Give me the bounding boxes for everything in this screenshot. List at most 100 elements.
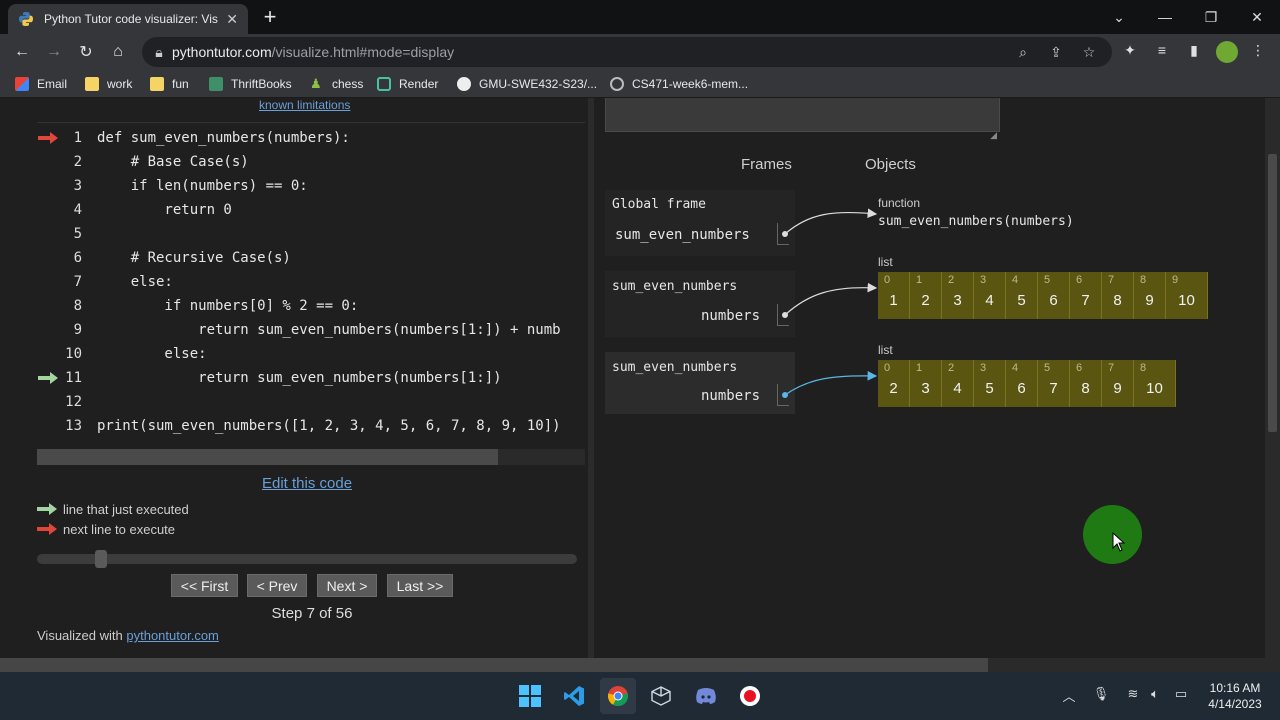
show-hidden-icons-icon[interactable]: ︿ [1060, 686, 1078, 704]
discord-logo-icon [696, 688, 716, 704]
code-text: # Base Case(s) [97, 154, 249, 170]
back-icon[interactable]: ← [10, 40, 34, 64]
discord-icon[interactable] [688, 678, 724, 714]
bookmark-gmu-swe432[interactable]: GMU-SWE432-S23/... [457, 75, 597, 93]
bookmark-chess[interactable]: ♟ chess [310, 75, 363, 93]
system-clock[interactable]: 10:16 AM 4/14/2023 [1200, 680, 1270, 712]
restore-icon[interactable]: ❐ [1188, 0, 1234, 34]
line-number: 2 [73, 154, 82, 170]
windows-logo-icon [519, 685, 541, 707]
first-button[interactable]: << First [171, 574, 238, 597]
bookmark-email[interactable]: Email [15, 75, 67, 93]
globe-icon [610, 77, 624, 91]
code-line[interactable]: 7 else: [0, 270, 585, 294]
code-line[interactable]: 13 print(sum_even_numbers([1, 2, 3, 4, 5,… [0, 414, 585, 438]
close-icon[interactable]: ✕ [226, 11, 238, 28]
code-text: print(sum_even_numbers([1, 2, 3, 4, 5, 6… [97, 418, 561, 434]
lock-icon[interactable]: 🔒︎ [150, 44, 168, 62]
bookmark-work[interactable]: work [85, 75, 132, 93]
scrollbar-thumb[interactable] [1268, 154, 1277, 432]
code-line[interactable]: 5 [0, 222, 585, 246]
minimize-icon[interactable]: — [1142, 0, 1188, 34]
start-windows-icon[interactable] [512, 678, 548, 714]
extensions-icon[interactable]: ✦ [1120, 42, 1140, 62]
line-number: 3 [73, 178, 82, 194]
code-line[interactable]: 12 [0, 390, 585, 414]
pythontutor-link[interactable]: pythontutor.com [126, 628, 219, 643]
virtualbox-icon[interactable] [643, 678, 679, 714]
edit-code-link[interactable]: Edit this code [262, 475, 352, 492]
obs-record-icon[interactable] [732, 678, 768, 714]
next-button[interactable]: Next > [317, 574, 377, 597]
code-line[interactable]: 4 return 0 [0, 198, 585, 222]
vscode-icon[interactable] [556, 678, 592, 714]
wifi-icon[interactable]: ≋ [1124, 686, 1142, 704]
next-line-arrow-icon [38, 132, 58, 144]
code-line[interactable]: 11 return sum_even_numbers(numbers[1:]) [0, 366, 585, 390]
code-line[interactable]: 8 if numbers[0] % 2 == 0: [0, 294, 585, 318]
chrome-icon[interactable] [600, 678, 636, 714]
page-content: known limitations 1 def sum_even_numbers(… [0, 98, 1280, 672]
code-line[interactable]: 10 else: [0, 342, 585, 366]
bookmark-fun[interactable]: fun [150, 75, 189, 93]
media-control-icon[interactable]: ≡ [1152, 42, 1172, 62]
code-line[interactable]: 2 # Base Case(s) [0, 150, 585, 174]
bookmark-cs471[interactable]: CS471-week6-mem... [610, 75, 748, 93]
profile-avatar[interactable] [1216, 41, 1238, 63]
volume-icon[interactable]: 🔈︎ [1146, 686, 1164, 704]
new-tab-icon[interactable]: + [258, 6, 282, 28]
bookmark-label: work [107, 77, 133, 91]
close-window-icon[interactable]: ✕ [1234, 0, 1280, 34]
page-horizontal-scrollbar[interactable] [0, 658, 1280, 672]
code-line[interactable]: 3 if len(numbers) == 0: [0, 174, 585, 198]
menu-icon[interactable]: ⋮ [1248, 42, 1268, 62]
reload-icon[interactable]: ↻ [74, 40, 98, 64]
bookmarks-bar: Email work fun ThriftBooks ♟ chess Rende… [0, 70, 1280, 98]
last-button[interactable]: Last >> [387, 574, 453, 597]
legend-executed-label: line that just executed [63, 501, 189, 517]
code-text: return sum_even_numbers(numbers[1:]) [97, 370, 502, 386]
legend-next-label: next line to execute [63, 521, 176, 537]
taskbar: ︿ 🎙︎ ≋ 🔈︎ ▭ 10:16 AM 4/14/2023 [0, 672, 1280, 720]
microphone-icon[interactable]: 🎙︎ [1092, 686, 1110, 704]
visualization-pane: ◢ Frames Objects Global frame sum_even_n… [594, 98, 1280, 658]
step-slider[interactable] [37, 550, 577, 568]
code-text: if len(numbers) == 0: [97, 178, 308, 194]
line-number: 6 [73, 250, 82, 266]
cursor-highlight [1083, 505, 1142, 564]
line-number: 1 [73, 130, 82, 146]
prev-button[interactable]: < Prev [247, 574, 307, 597]
page-vertical-scrollbar[interactable] [1265, 98, 1280, 672]
bookmark-label: fun [172, 77, 189, 91]
bookmark-label: Email [37, 77, 68, 91]
bookmark-render[interactable]: Render [377, 75, 438, 93]
code-line[interactable]: 1 def sum_even_numbers(numbers): [0, 126, 585, 150]
render-icon [377, 77, 391, 91]
star-icon[interactable]: ☆ [1080, 44, 1098, 62]
battery-icon[interactable]: ▭ [1172, 686, 1190, 704]
line-number: 10 [65, 346, 82, 362]
code-horizontal-scrollbar[interactable] [37, 449, 585, 465]
line-number: 8 [73, 298, 82, 314]
forward-icon[interactable]: → [42, 40, 66, 64]
slider-thumb[interactable] [95, 550, 107, 568]
side-panel-icon[interactable]: ▮ [1184, 42, 1204, 62]
scrollbar-thumb[interactable] [0, 658, 988, 672]
tab-search-icon[interactable]: ⌄ [1096, 0, 1142, 34]
tab-title: Python Tutor code visualizer: Visu [44, 12, 219, 26]
home-icon[interactable]: ⌂ [106, 40, 130, 64]
code-line[interactable]: 6 # Recursive Case(s) [0, 246, 585, 270]
url-host: pythontutor.com [172, 44, 272, 60]
bookmark-thriftbooks[interactable]: ThriftBooks [209, 75, 292, 93]
code-line[interactable]: 9 return sum_even_numbers(numbers[1:]) +… [0, 318, 585, 342]
browser-tab[interactable]: Python Tutor code visualizer: Visu ✕ [8, 4, 248, 34]
mouse-pointer-icon [1112, 532, 1126, 552]
share-icon[interactable]: ⇪ [1047, 44, 1065, 62]
bookmark-label: GMU-SWE432-S23/... [479, 77, 598, 91]
known-limitations-link[interactable]: known limitations [259, 98, 350, 112]
scrollbar-thumb[interactable] [37, 449, 498, 465]
zoom-icon[interactable]: ⌕ [1014, 44, 1032, 62]
browser-toolbar: ← → ↻ ⌂ 🔒︎ pythontutor.com/visualize.htm… [0, 34, 1280, 70]
address-bar[interactable]: 🔒︎ pythontutor.com/visualize.html#mode=d… [142, 37, 1112, 67]
code-text: def sum_even_numbers(numbers): [97, 130, 350, 146]
